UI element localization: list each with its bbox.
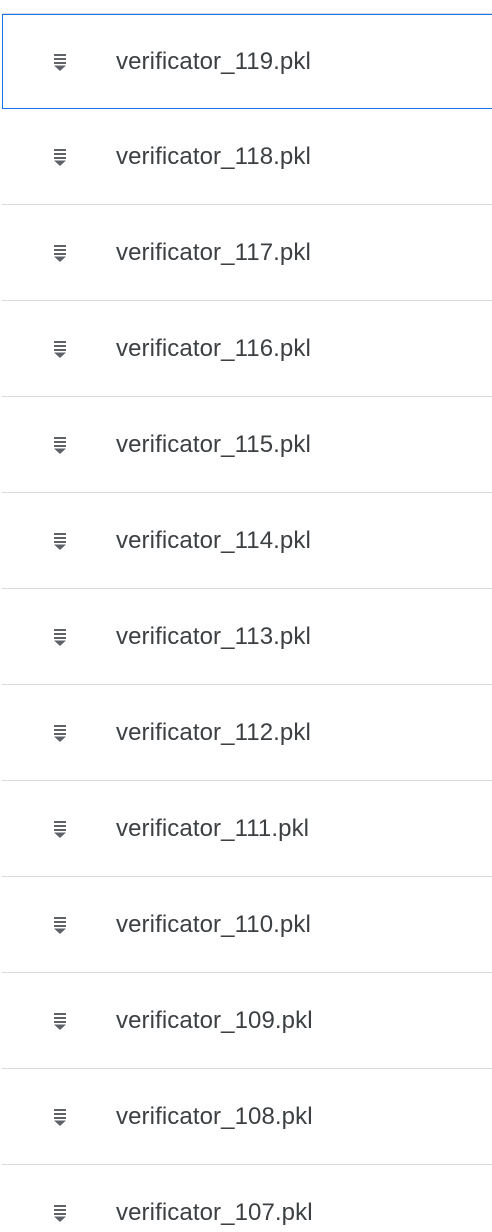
file-row[interactable]: verificator_115.pkl xyxy=(2,397,492,493)
file-row[interactable]: verificator_116.pkl xyxy=(2,301,492,397)
file-download-icon xyxy=(52,1107,68,1127)
file-row[interactable]: verificator_118.pkl xyxy=(2,109,492,205)
file-download-icon xyxy=(52,52,68,72)
file-name: verificator_108.pkl xyxy=(116,1102,313,1130)
file-name: verificator_116.pkl xyxy=(116,334,311,362)
file-row[interactable]: verificator_109.pkl xyxy=(2,973,492,1069)
file-download-icon xyxy=(52,1203,68,1223)
file-download-icon xyxy=(52,627,68,647)
file-name: verificator_113.pkl xyxy=(116,622,311,650)
file-name: verificator_118.pkl xyxy=(116,142,311,170)
file-row[interactable]: verificator_110.pkl xyxy=(2,877,492,973)
file-download-icon xyxy=(52,147,68,167)
file-row[interactable]: verificator_117.pkl xyxy=(2,205,492,301)
file-download-icon xyxy=(52,531,68,551)
file-name: verificator_117.pkl xyxy=(116,238,311,266)
file-row[interactable]: verificator_113.pkl xyxy=(2,589,492,685)
file-name: verificator_109.pkl xyxy=(116,1006,313,1034)
file-list: verificator_119.pkl verificator_118.pkl … xyxy=(0,0,492,1232)
file-rows: verificator_119.pkl verificator_118.pkl … xyxy=(0,14,492,1232)
file-download-icon xyxy=(52,243,68,263)
file-row[interactable]: verificator_107.pkl xyxy=(2,1165,492,1232)
file-name: verificator_110.pkl xyxy=(116,910,311,938)
file-download-icon xyxy=(52,1011,68,1031)
file-name: verificator_107.pkl xyxy=(116,1198,313,1226)
file-download-icon xyxy=(52,339,68,359)
file-row[interactable]: verificator_111.pkl xyxy=(2,781,492,877)
file-download-icon xyxy=(52,435,68,455)
file-name: verificator_119.pkl xyxy=(116,47,311,75)
file-download-icon xyxy=(52,723,68,743)
file-row[interactable]: verificator_119.pkl xyxy=(2,14,492,109)
file-name: verificator_111.pkl xyxy=(116,814,310,842)
file-row[interactable]: verificator_112.pkl xyxy=(2,685,492,781)
file-name: verificator_112.pkl xyxy=(116,718,311,746)
file-name: verificator_115.pkl xyxy=(116,430,311,458)
file-row[interactable]: verificator_108.pkl xyxy=(2,1069,492,1165)
file-name: verificator_114.pkl xyxy=(116,526,311,554)
file-row[interactable]: verificator_114.pkl xyxy=(2,493,492,589)
file-download-icon xyxy=(52,819,68,839)
file-download-icon xyxy=(52,915,68,935)
